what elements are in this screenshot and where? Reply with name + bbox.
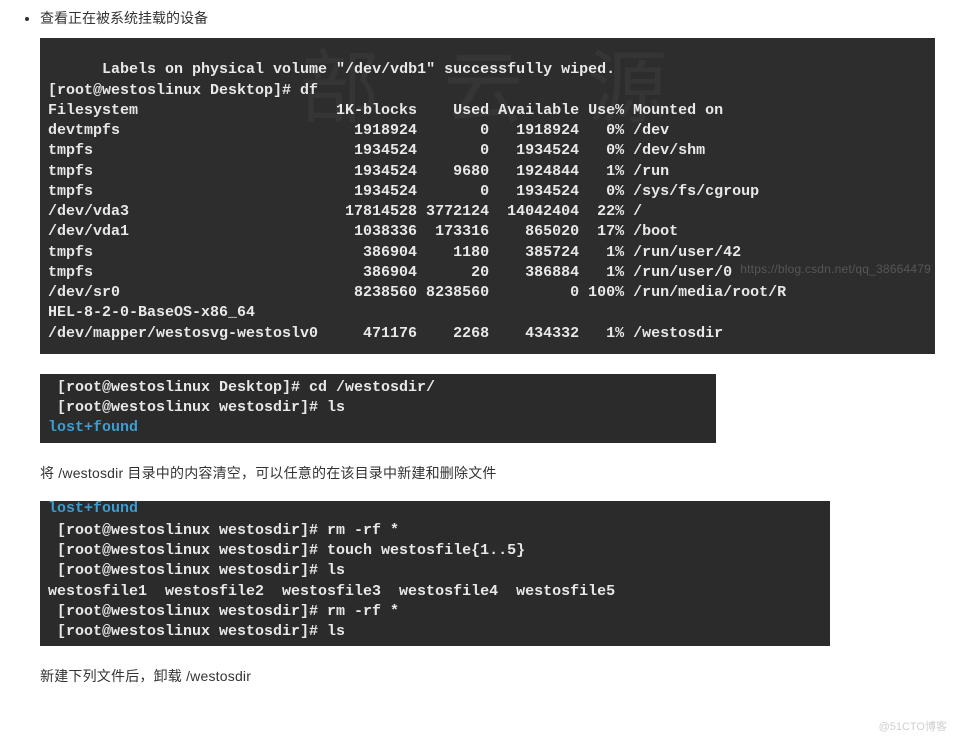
term3-line: [root@westoslinux westosdir]# rm -rf * (48, 603, 399, 620)
term1-row: tmpfs 1934524 0 1934524 0% /dev/shm (48, 142, 705, 159)
term2-lostfound: lost+found (48, 419, 138, 436)
bullet-item: 查看正在被系统挂载的设备 (40, 8, 955, 28)
terminal-2: [root@westoslinux Desktop]# cd /westosdi… (40, 374, 716, 443)
term1-line-wiped: Labels on physical volume "/dev/vdb1" su… (84, 61, 615, 78)
term1-row: /dev/vda1 1038336 173316 865020 17% /boo… (48, 223, 678, 240)
term1-row: tmpfs 1934524 9680 1924844 1% /run (48, 163, 669, 180)
term1-header: Filesystem 1K-blocks Used Available Use%… (48, 102, 723, 119)
term3-line: [root@westoslinux westosdir]# ls (48, 562, 345, 579)
caption-2: 新建下列文件后，卸载 /westosdir (40, 666, 935, 686)
term1-prompt-df: [root@westoslinux Desktop]# df (48, 82, 318, 99)
csdn-watermark-url: https://blog.csdn.net/qq_38664479 (740, 262, 931, 276)
caption-1: 将 /westosdir 目录中的内容清空，可以任意的在该目录中新建和删除文件 (40, 463, 935, 483)
footer-watermark: @51CTO博客 (879, 718, 947, 734)
term1-row: HEL-8-2-0-BaseOS-x86_64 (48, 304, 255, 321)
terminal-3: lost+found [root@westoslinux westosdir]#… (40, 501, 830, 647)
term1-row: tmpfs 386904 20 386884 1% /run/user/0 (48, 264, 732, 281)
term3-line: [root@westoslinux westosdir]# touch west… (48, 542, 525, 559)
terminal-1: 部 云 源 Labels on physical volume "/dev/vd… (40, 38, 935, 354)
bullet-list: 查看正在被系统挂载的设备 (0, 8, 955, 28)
content-area: 部 云 源 Labels on physical volume "/dev/vd… (0, 38, 955, 686)
term1-row: tmpfs 386904 1180 385724 1% /run/user/42 (48, 244, 741, 261)
term3-line: [root@westoslinux westosdir]# rm -rf * (48, 522, 399, 539)
term1-row: /dev/sr0 8238560 8238560 0 100% /run/med… (48, 284, 786, 301)
term2-line-ls: [root@westoslinux westosdir]# ls (48, 399, 345, 416)
term3-lostfound: lost+found (48, 501, 138, 517)
term3-line: [root@westoslinux westosdir]# ls (48, 623, 345, 640)
term3-line: westosfile1 westosfile2 westosfile3 west… (48, 583, 615, 600)
term2-line-cd: [root@westoslinux Desktop]# cd /westosdi… (48, 379, 435, 396)
term1-row: devtmpfs 1918924 0 1918924 0% /dev (48, 122, 669, 139)
term1-row: /dev/mapper/westosvg-westoslv0 471176 22… (48, 325, 723, 342)
term1-row: tmpfs 1934524 0 1934524 0% /sys/fs/cgrou… (48, 183, 759, 200)
term1-row: /dev/vda3 17814528 3772124 14042404 22% … (48, 203, 642, 220)
